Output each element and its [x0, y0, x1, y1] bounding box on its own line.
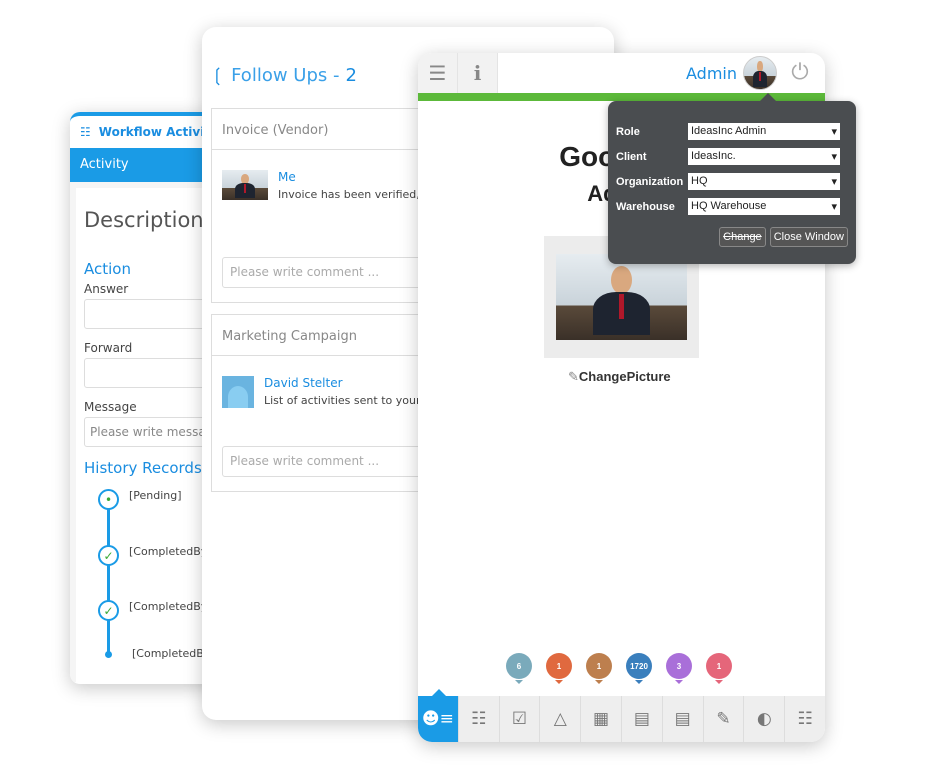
power-icon[interactable]: ⏻ — [787, 60, 813, 86]
dropdown-arrow-icon: ▾ — [831, 176, 837, 188]
follow-up-text: Invoice has been verified, — [278, 188, 420, 201]
info-icon[interactable]: i — [458, 53, 498, 93]
follow-ups-title: Follow Ups - — [231, 64, 340, 86]
history-item: ✓ [CompletedBy] — [98, 600, 212, 621]
badge[interactable]: 1 — [546, 653, 572, 684]
check-icon: ✓ — [98, 600, 119, 621]
change-button[interactable]: Change — [719, 227, 766, 247]
list-import-icon[interactable]: ▤ — [622, 696, 663, 742]
close-window-button[interactable]: Close Window — [769, 227, 848, 247]
notebook-icon[interactable]: ✎ — [704, 696, 745, 742]
organization-select[interactable]: HQ ▾ — [688, 173, 840, 190]
calendar-icon[interactable]: ▦ — [581, 696, 622, 742]
badge[interactable]: 1 — [706, 653, 732, 684]
dropdown-arrow-icon: ▾ — [831, 126, 837, 138]
badge[interactable]: 1720 — [626, 653, 652, 684]
client-label: Client — [616, 150, 647, 163]
org-chart-icon: ☷ — [80, 125, 91, 139]
avatar-placeholder-icon — [222, 376, 254, 408]
warehouse-label: Warehouse — [616, 200, 675, 213]
badge[interactable]: 3 — [666, 653, 692, 684]
list-export-icon[interactable]: ▤ — [663, 696, 704, 742]
pending-icon: • — [98, 489, 119, 510]
user-name[interactable]: Admin — [686, 64, 737, 83]
alarm-bell-icon[interactable]: △ — [540, 696, 582, 742]
client-select[interactable]: IdeasInc. ▾ — [688, 148, 840, 165]
follow-up-text: List of activities sent to your — [264, 394, 421, 407]
change-picture-link[interactable]: ✎ChangePicture — [568, 369, 671, 385]
badge-row: 6 1 1 1720 3 1 — [506, 653, 732, 684]
badge[interactable]: 6 — [506, 653, 532, 684]
point-icon — [105, 651, 112, 658]
pencil-icon: ✎ — [568, 369, 579, 384]
history-item: [CompletedBy] — [105, 647, 215, 660]
user-avatar[interactable] — [743, 56, 777, 90]
role-select[interactable]: IdeasInc Admin ▾ — [688, 123, 840, 140]
history-item: • [Pending] — [98, 489, 182, 510]
rss-icon: ❲ — [210, 64, 226, 86]
dropdown-arrow-icon: ▾ — [831, 151, 837, 163]
author-link[interactable]: Me — [278, 170, 420, 184]
avatar — [222, 170, 268, 200]
clipboard-check-icon[interactable]: ☑ — [500, 696, 541, 742]
org-chart-icon[interactable]: ☷ — [459, 696, 500, 742]
dropdown-arrow-icon: ▾ — [831, 201, 837, 213]
check-icon: ✓ — [98, 545, 119, 566]
warehouse-select[interactable]: HQ Warehouse ▾ — [688, 198, 840, 215]
follow-ups-count: 2 — [345, 64, 357, 86]
author-link[interactable]: David Stelter — [264, 376, 420, 390]
gauge-icon[interactable]: ◐ — [744, 696, 786, 742]
document-settings-icon[interactable]: ☷ — [785, 696, 825, 742]
history-item: ✓ [CompletedBy] — [98, 545, 212, 566]
organization-label: Organization — [616, 175, 684, 188]
role-popup: Role IdeasInc Admin ▾ Client IdeasInc. ▾ Org… — [608, 93, 856, 264]
role-label: Role — [616, 125, 640, 138]
contact-card-icon[interactable]: ☻≡ — [418, 689, 459, 742]
bottom-nav: ☻≡ ☷ ☑ △ ▦ ▤ ▤ ✎ ◐ ☷ — [418, 689, 825, 742]
badge[interactable]: 1 — [586, 653, 612, 684]
menu-icon[interactable]: ☰ — [418, 53, 458, 93]
